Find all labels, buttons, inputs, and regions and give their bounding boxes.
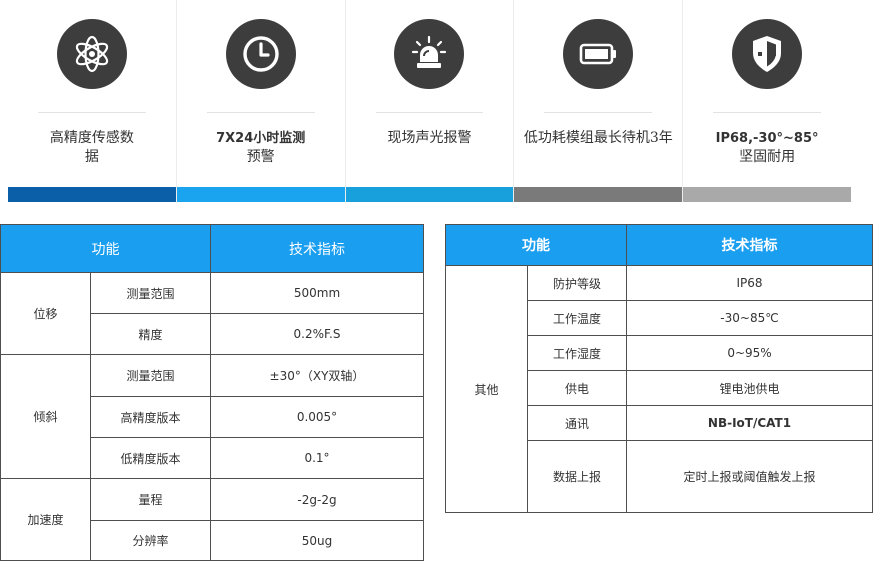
- value-cell: 0~95%: [626, 335, 873, 371]
- spec-table-other: 功能 技术指标 其他 防护等级 IP68 工作温度 -30~85℃ 工作湿度 0…: [445, 224, 873, 513]
- value-cell: -30~85℃: [626, 300, 873, 336]
- color-strip: [683, 187, 851, 202]
- header-function: 功能: [445, 224, 627, 266]
- value-cell: 0.2%F.S: [210, 313, 424, 355]
- feature-label: 7X24小时监测 预警: [181, 129, 341, 167]
- value-cell: 0.005°: [210, 396, 424, 438]
- value-cell: ±30°（XY双轴）: [210, 354, 424, 397]
- item-cell: 测量范围: [90, 354, 211, 397]
- atom-icon: [56, 19, 127, 89]
- battery-icon: [563, 19, 634, 89]
- item-cell: 分辨率: [90, 520, 211, 561]
- item-cell: 高精度版本: [90, 396, 211, 438]
- item-cell: 工作温度: [527, 300, 627, 336]
- item-cell: 通讯: [527, 405, 627, 441]
- feature-card-durability: IP68,-30°~85° 坚固耐用: [683, 0, 851, 202]
- color-strip: [514, 187, 683, 202]
- item-cell: 工作湿度: [527, 335, 627, 371]
- feature-label-line1: 高精度传感数: [49, 130, 134, 146]
- feature-label: IP68,-30°~85° 坚固耐用: [687, 129, 847, 167]
- item-cell: 供电: [527, 370, 627, 406]
- item-cell: 测量范围: [90, 272, 211, 314]
- table-row: 其他 防护等级 IP68: [445, 265, 873, 513]
- value-cell: 50ug: [210, 520, 424, 561]
- clock-icon: [225, 19, 296, 89]
- spec-table-sensor: 功能 技术指标 位移 测量范围 500mm 精度 0.2%F.S 倾斜 测量范围…: [0, 224, 424, 561]
- item-cell: 数据上报: [527, 440, 627, 513]
- item-cell: 防护等级: [527, 265, 627, 301]
- feature-label: 低功耗模组最长待机3年: [518, 129, 678, 148]
- card-divider: [713, 112, 821, 113]
- group-cell: 位移: [0, 272, 91, 355]
- feature-cards: 高精度传感数 据 7X24小时监测 预警 现场声光报警 低功耗模组最长待机3年 …: [8, 0, 851, 202]
- feature-label-line2: 坚固耐用: [739, 149, 796, 165]
- color-strip: [8, 187, 176, 202]
- feature-card-monitoring: 7X24小时监测 预警: [176, 0, 346, 202]
- shield-icon: [732, 19, 803, 89]
- feature-label-line1: 低功耗模组最长待机3年: [523, 130, 673, 146]
- feature-label: 高精度传感数 据: [12, 129, 172, 167]
- color-strip: [176, 187, 345, 202]
- card-divider: [206, 112, 315, 113]
- header-spec: 技术指标: [626, 224, 873, 266]
- feature-card-sensing: 高精度传感数 据: [8, 0, 177, 202]
- alarm-light-icon: [394, 19, 465, 89]
- value-cell: IP68: [626, 265, 873, 301]
- item-cell: 量程: [90, 478, 211, 521]
- feature-label-line2: 据: [84, 149, 99, 165]
- value-cell: -2g-2g: [210, 478, 424, 521]
- card-divider: [544, 112, 653, 113]
- value-cell: NB-IoT/CAT1: [626, 405, 873, 441]
- feature-label-line1: 现场声光报警: [387, 130, 472, 146]
- group-cell: 加速度: [0, 478, 91, 561]
- table-row: 位移 测量范围 500mm: [0, 272, 424, 355]
- value-cell: 定时上报或阈值触发上报: [626, 440, 873, 513]
- feature-label-line1: 7X24小时监测: [216, 131, 306, 146]
- table-header-row: 功能 技术指标: [0, 224, 424, 273]
- feature-label: 现场声光报警: [350, 129, 510, 148]
- feature-card-alarm: 现场声光报警: [345, 0, 515, 202]
- item-cell: 低精度版本: [90, 437, 211, 479]
- card-divider: [375, 112, 484, 113]
- header-function: 功能: [0, 224, 211, 273]
- table-header-row: 功能 技术指标: [445, 224, 873, 266]
- table-row: 加速度 量程 -2g-2g: [0, 478, 424, 561]
- item-cell: 精度: [90, 313, 211, 355]
- feature-label-line2: 预警: [246, 149, 275, 165]
- color-strip: [345, 187, 514, 202]
- group-cell: 其他: [445, 265, 528, 513]
- table-row: 倾斜 测量范围 ±30°（XY双轴）: [0, 354, 424, 479]
- value-cell: 0.1°: [210, 437, 424, 479]
- feature-card-battery: 低功耗模组最长待机3年: [514, 0, 684, 202]
- feature-label-line1: IP68,-30°~85°: [715, 131, 819, 146]
- header-spec: 技术指标: [210, 224, 424, 273]
- value-cell: 500mm: [210, 272, 424, 314]
- group-cell: 倾斜: [0, 354, 91, 479]
- card-divider: [38, 112, 146, 113]
- value-cell: 锂电池供电: [626, 370, 873, 406]
